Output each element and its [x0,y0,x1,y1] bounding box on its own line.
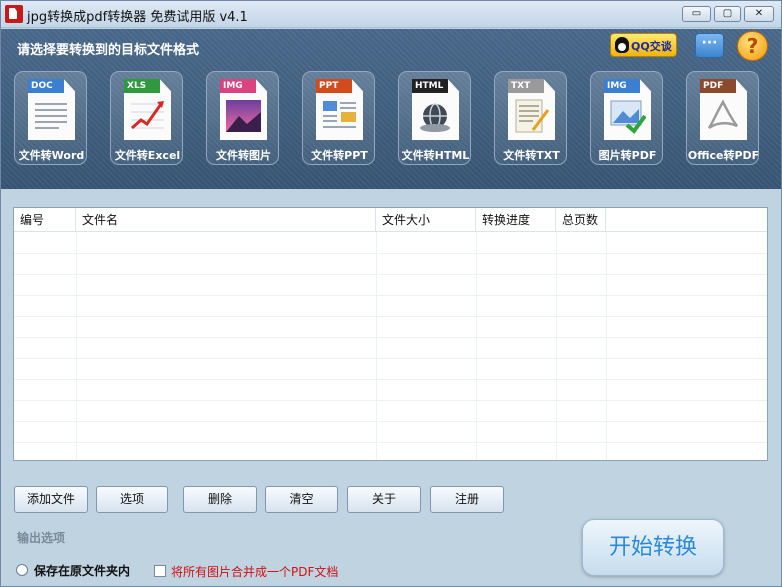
image-to-pdf-icon: IMG [604,79,651,140]
column-header-filesize[interactable]: 文件大小 [376,208,476,232]
delete-button[interactable]: 删除 [183,486,257,513]
tool-label: 文件转Word [18,149,85,162]
grid-line [606,232,607,460]
tool-office-to-pdf[interactable]: PDF Office转PDF [686,71,759,165]
tool-to-word[interactable]: DOC 文件转Word [14,71,87,165]
qq-chat-label: QQ交谈 [631,40,672,53]
add-file-button[interactable]: 添加文件 [14,486,88,513]
save-in-original-folder-label[interactable]: 保存在原文件夹内 [34,562,130,579]
word-doc-icon: DOC [28,79,75,140]
column-header-pages[interactable]: 总页数 [556,208,606,232]
tool-band: HTML [412,79,448,93]
clear-button[interactable]: 清空 [265,486,338,513]
grid-line [14,274,767,275]
options-button[interactable]: 选项 [96,486,168,513]
window-title: jpg转换成pdf转换器 免费试用版 v4.1 [27,10,248,25]
grid-line [14,337,767,338]
tool-label: 文件转Excel [114,149,181,162]
grid-line [14,295,767,296]
ppt-file-icon: PPT [316,79,363,140]
merge-images-checkbox[interactable] [154,565,166,577]
tool-to-image[interactable]: IMG 文件转图片 [206,71,279,165]
minimize-button[interactable]: ▭ [682,6,711,22]
tool-image-to-pdf[interactable]: IMG 图片转PDF [590,71,663,165]
qq-penguin-icon [615,37,629,53]
tool-label: 文件转HTML [401,149,470,162]
tool-label: 文件转PPT [311,149,368,162]
grid-line [76,232,77,460]
tool-label: 文件转图片 [216,149,271,162]
column-header-progress[interactable]: 转换进度 [476,208,556,232]
format-header: 请选择要转换到的目标文件格式 QQ交谈 ··· ? DOC 文件转Word XL… [1,29,781,189]
tool-band: DOC [28,79,64,93]
about-button[interactable]: 关于 [347,486,421,513]
tool-band: XLS [124,79,160,93]
output-options-label: 输出选项 [17,531,66,545]
excel-chart-icon: XLS [124,79,171,140]
merge-images-label[interactable]: 将所有图片合并成一个PDF文档 [171,563,338,580]
tool-band: PDF [700,79,736,93]
tool-to-html[interactable]: HTML 文件转HTML [398,71,471,165]
format-prompt: 请选择要转换到的目标文件格式 [17,43,200,58]
grid-line [14,358,767,359]
grid-line [14,253,767,254]
tool-to-ppt[interactable]: PPT 文件转PPT [302,71,375,165]
tool-to-txt[interactable]: TXT 文件转TXT [494,71,567,165]
html-globe-icon: HTML [412,79,459,140]
tool-label: Office转PDF [687,149,760,162]
main-window: jpg转换成pdf转换器 免费试用版 v4.1 ▭ ▢ ✕ 请选择要转换到的目标… [0,0,782,587]
grid-line [556,232,557,460]
grid-line [14,316,767,317]
qq-chat-button[interactable]: QQ交谈 [610,33,677,57]
tool-label: 图片转PDF [598,149,657,162]
tool-label: 文件转TXT [503,149,560,162]
grid-line [14,442,767,443]
message-icon[interactable]: ··· [695,33,724,58]
pdf-acrobat-icon: PDF [700,79,747,140]
txt-file-icon: TXT [508,79,555,140]
close-button[interactable]: ✕ [744,6,774,22]
grid-line [14,421,767,422]
app-icon [5,5,23,23]
tool-to-excel[interactable]: XLS 文件转Excel [110,71,183,165]
tool-band: IMG [220,79,256,93]
save-in-original-folder-radio[interactable] [16,564,28,576]
grid-line [14,400,767,401]
register-button[interactable]: 注册 [430,486,504,513]
start-convert-button[interactable]: 开始转换 [582,519,724,576]
tool-band: IMG [604,79,640,93]
grid-line [14,379,767,380]
table-header: 编号 文件名 文件大小 转换进度 总页数 [14,208,767,232]
tool-band: TXT [508,79,544,93]
tool-band: PPT [316,79,352,93]
help-icon[interactable]: ? [737,31,768,61]
maximize-button[interactable]: ▢ [714,6,741,22]
title-bar: jpg转换成pdf转换器 免费试用版 v4.1 ▭ ▢ ✕ [1,1,781,28]
column-header-number[interactable]: 编号 [14,208,76,232]
grid-line [376,232,377,460]
file-table[interactable]: 编号 文件名 文件大小 转换进度 总页数 [13,207,768,461]
grid-line [476,232,477,460]
image-file-icon: IMG [220,79,267,140]
column-header-filename[interactable]: 文件名 [76,208,376,232]
